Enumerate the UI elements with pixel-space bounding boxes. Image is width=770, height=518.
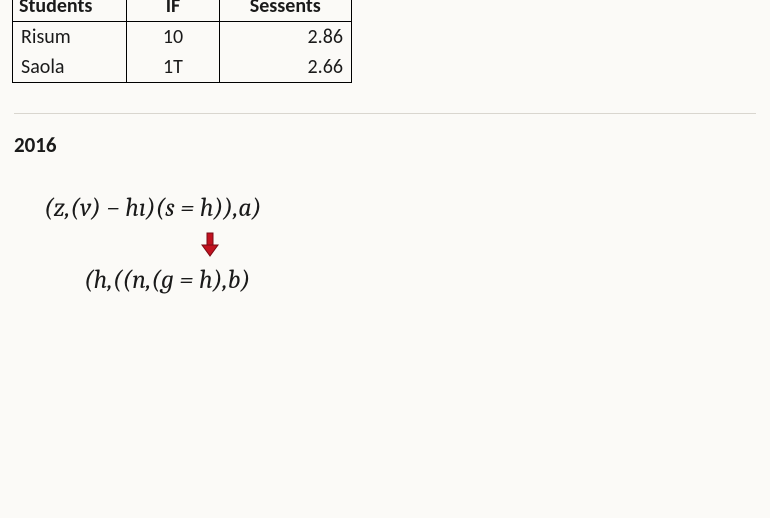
table-header-sessents: Sessents [219, 0, 351, 22]
data-table: Students IF Sessents Risum 10 2.86 Saola… [12, 0, 352, 83]
table-header-students: Students [13, 0, 127, 22]
cell-sessents: 2.66 [219, 52, 351, 83]
table-row: Saola 1T 2.66 [13, 52, 352, 83]
cell-if: 10 [127, 22, 219, 53]
formula-block: (z,(v) − hı)(s = h)),a) (h,((n,(g = h),b… [44, 188, 756, 300]
down-arrow-icon [200, 232, 756, 258]
cell-if: 1T [127, 52, 219, 83]
year-heading: 2016 [14, 132, 756, 158]
table-header-if: IF [127, 0, 219, 22]
cell-students: Saola [13, 52, 127, 83]
divider [14, 113, 756, 114]
formula-line-2: (h,((n,(g = h),b) [84, 260, 756, 300]
document-page: Students IF Sessents Risum 10 2.86 Saola… [0, 0, 770, 508]
table-row: Risum 10 2.86 [13, 22, 352, 53]
cell-students: Risum [13, 22, 127, 53]
formula-line-1: (z,(v) − hı)(s = h)),a) [44, 188, 756, 228]
cell-sessents: 2.86 [219, 22, 351, 53]
